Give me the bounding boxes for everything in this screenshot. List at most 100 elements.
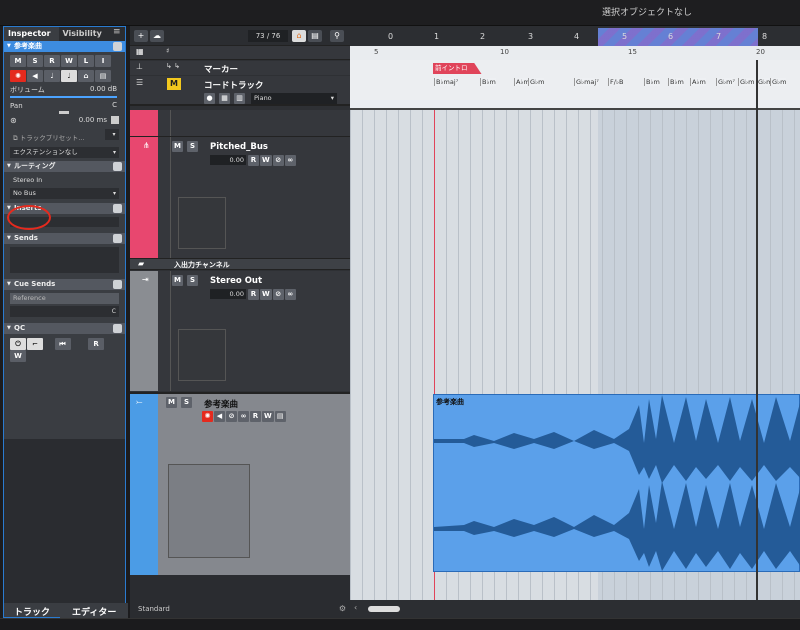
bypass-icon[interactable]: ⊘ (226, 411, 237, 422)
io-folder-track[interactable]: ▰ 入出力チャンネル (130, 258, 350, 270)
playhead[interactable] (756, 60, 758, 600)
marker-track[interactable]: ⊥ ↳ ↳ マーカー (130, 61, 350, 75)
pan-row[interactable]: Pan C (4, 99, 125, 114)
pan-value[interactable]: C (112, 101, 117, 109)
pitched-volume[interactable]: 0.00 (210, 155, 246, 165)
scroll-left-icon[interactable]: ‹ (354, 603, 357, 612)
track-title-header[interactable]: 参考楽曲 (4, 41, 125, 52)
settings-icon[interactable]: ⚙ (339, 604, 346, 613)
chord-event[interactable]: G♭maj⁷ (574, 78, 599, 86)
stereo-write-button[interactable]: W (260, 289, 272, 300)
audio-read-button[interactable]: R (250, 411, 261, 422)
info-button[interactable]: I (95, 55, 111, 67)
audio-mute-button[interactable]: M (166, 397, 177, 408)
lanes-icon[interactable]: ▤ (95, 70, 111, 82)
menu-icon[interactable]: ≡ (113, 27, 125, 41)
preset-dropdown[interactable]: ▾ (104, 129, 119, 140)
chord-grid-icon[interactable]: ▦ (219, 93, 230, 104)
chord-track[interactable]: ☰ M コードトラック ● ▦ ▥ Piano ▾ (130, 76, 350, 106)
extension-select[interactable]: エクステンションなし ▾ (10, 147, 119, 158)
qc-read-button[interactable]: R (88, 338, 105, 350)
delay-row[interactable]: ⊛ 0.00 ms (4, 113, 125, 127)
chord-event[interactable]: F/♭B (608, 78, 624, 86)
home-icon[interactable]: ⌂ (292, 30, 306, 42)
qc-write-button[interactable]: W (10, 350, 26, 362)
chord-record-icon[interactable]: ● (204, 93, 215, 104)
monitor-icon[interactable]: ◀ (214, 411, 225, 422)
link-icon[interactable]: ∞ (238, 411, 249, 422)
stereo-out-track[interactable]: ⇥ M S Stereo Out 0.00 R W ⊘ ∞ (130, 271, 350, 391)
bypass-icon[interactable]: ⊘ (272, 289, 284, 300)
write-button[interactable]: W (61, 55, 77, 67)
chord-keys-icon[interactable]: ▥ (234, 93, 245, 104)
chord-mute-button[interactable]: M (167, 78, 181, 90)
tab-visibility[interactable]: Visibility (59, 27, 114, 41)
inserts-icon[interactable] (113, 204, 122, 213)
chord-event[interactable]: G♭m (770, 78, 787, 86)
pitched-solo-button[interactable]: S (187, 141, 198, 152)
stereo-read-button[interactable]: R (248, 289, 259, 300)
chord-event[interactable]: B♭maj⁷ (434, 78, 459, 86)
read-button[interactable]: R (44, 55, 60, 67)
timeline-ruler[interactable]: 0 1 2 3 4 5 6 7 8 (350, 26, 800, 46)
audio-write-button[interactable]: W (262, 411, 274, 422)
list-icon[interactable]: ▤ (308, 30, 322, 42)
cue-sends-icon[interactable] (113, 280, 122, 289)
chord-instrument-select[interactable]: Piano ▾ (251, 93, 337, 104)
power-icon[interactable]: ⏻ (10, 338, 26, 350)
record-enable-button[interactable]: ✺ (10, 70, 26, 82)
sends-header[interactable]: Sends (4, 233, 125, 244)
delay-bypass-icon[interactable] (111, 116, 119, 124)
sends-icon[interactable] (113, 234, 122, 243)
audio-clip[interactable]: 参考楽曲 (433, 394, 800, 572)
chord-event[interactable]: B♭m (480, 78, 496, 86)
timecode-ruler[interactable]: 5 10 15 20 (350, 46, 800, 60)
reference-pan[interactable]: C (10, 306, 119, 317)
cue-sends-header[interactable]: Cue Sends (4, 279, 125, 290)
ruler-track-header[interactable]: ▦ ♯ (130, 46, 350, 60)
marker-add-icon[interactable]: ↳ ↳ (166, 62, 180, 70)
chord-event[interactable]: A♭m (690, 78, 706, 86)
lanes-icon[interactable]: ▤ (274, 411, 286, 422)
track-preset-field[interactable]: ⧉ トラックプリセット... (10, 133, 102, 144)
solo-button[interactable]: S (27, 55, 43, 67)
routing-header[interactable]: ルーティング (4, 161, 125, 172)
time-base-button[interactable]: ♩ (44, 70, 60, 82)
stereo-solo-button[interactable]: S (187, 275, 198, 286)
volume-value[interactable]: 0.00 dB (90, 85, 117, 93)
input-routing-select[interactable]: Stereo In (10, 175, 119, 186)
pitched-bus-track[interactable]: ⋔ M S Pitched_Bus 0.00 R W ⊘ ∞ (130, 136, 350, 258)
chord-event[interactable]: G♭m (738, 78, 755, 86)
stereo-mute-button[interactable]: M (172, 275, 183, 286)
sends-slot[interactable] (10, 247, 119, 273)
chord-event[interactable]: B♭m (644, 78, 660, 86)
chord-event[interactable]: B♭m (668, 78, 684, 86)
mute-button[interactable]: M (10, 55, 26, 67)
qc-header[interactable]: QC (4, 323, 125, 334)
link-icon[interactable]: ∞ (284, 155, 296, 166)
audio-solo-button[interactable]: S (181, 397, 192, 408)
record-enable-icon[interactable]: ✺ (202, 411, 213, 422)
lock-button[interactable]: ♩ (61, 70, 77, 82)
stereo-volume[interactable]: 0.00 (210, 289, 246, 299)
volume-slider[interactable] (10, 96, 117, 98)
pitched-mute-button[interactable]: M (172, 141, 183, 152)
horizontal-scrollbar[interactable]: ‹ (350, 600, 800, 618)
qc-icon[interactable] (113, 324, 122, 333)
add-track-button[interactable]: + (134, 30, 148, 42)
chord-event[interactable]: G♭m (528, 78, 545, 86)
marker-event[interactable]: 前イントロ (433, 63, 482, 74)
routing-icon[interactable] (113, 162, 122, 171)
output-routing-select[interactable]: No Bus ▾ (10, 188, 119, 199)
bypass-icon[interactable]: ⊘ (272, 155, 284, 166)
pitched-write-button[interactable]: W (260, 155, 272, 166)
cloud-icon[interactable]: ☁ (150, 30, 164, 42)
arrange-lanes[interactable]: 前イントロ B♭maj⁷ B♭m A♭m G♭m G♭maj⁷ F/♭B B♭m… (350, 60, 800, 600)
link-icon[interactable]: ∞ (284, 289, 296, 300)
delay-value[interactable]: 0.00 ms (79, 116, 107, 124)
lanes-button[interactable]: L (78, 55, 94, 67)
search-icon[interactable]: ⚲ (330, 30, 344, 42)
track-list-mode[interactable]: Standard (138, 605, 170, 613)
scroll-thumb[interactable] (368, 606, 400, 612)
edit-icon[interactable]: ⌐ (27, 338, 43, 350)
